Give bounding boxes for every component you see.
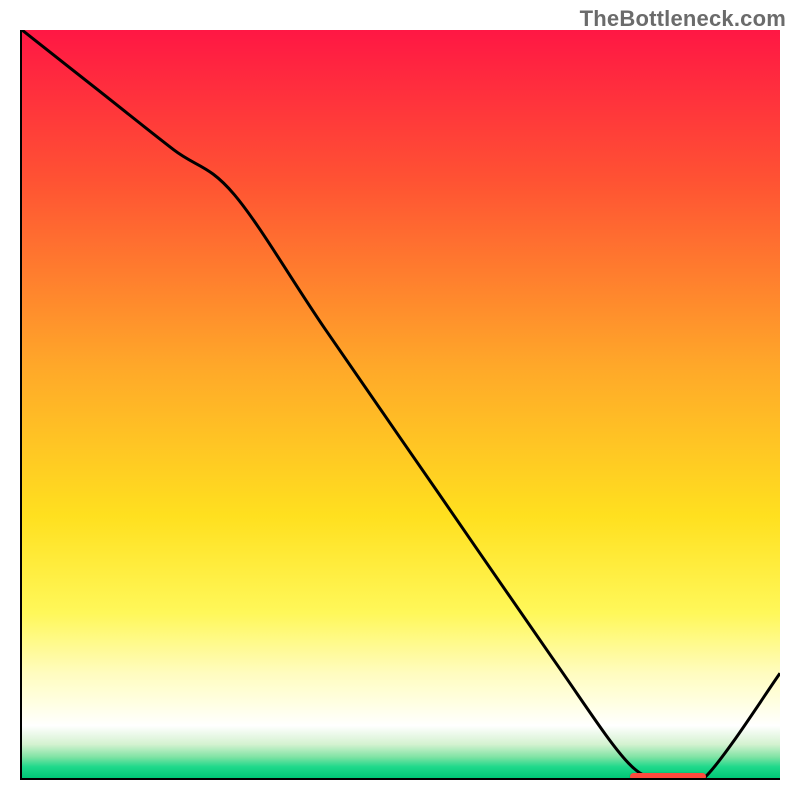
optimal-range-marker [630, 773, 706, 781]
plot-svg [22, 30, 780, 778]
chart-container: TheBottleneck.com [0, 0, 800, 800]
background-rect [22, 30, 780, 778]
watermark-text: TheBottleneck.com [580, 6, 786, 32]
plot-area [20, 30, 780, 780]
